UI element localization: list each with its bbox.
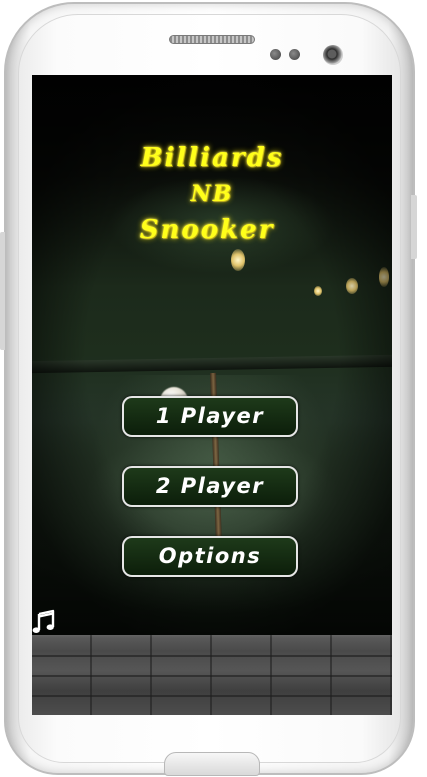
light-sensor [289,49,300,60]
stone-floor [32,635,392,715]
title-line: Billiards [140,143,284,173]
game-title: Billiards NB Snooker [102,140,322,248]
options-button[interactable]: Options [122,536,298,577]
two-player-button[interactable]: 2 Player [122,466,298,507]
home-button[interactable] [164,752,260,776]
power-button [411,195,417,259]
earpiece-speaker [169,35,255,44]
stone-divider [32,695,392,697]
volume-button [0,232,5,350]
title-line: Snooker [139,215,275,245]
one-player-button[interactable]: 1 Player [122,396,298,437]
proximity-sensor [270,49,281,60]
game-screen: Billiards NB Snooker 1 Player 2 Player O… [32,75,392,715]
stone-divider [32,655,392,657]
title-line: NB [190,181,234,207]
stone-divider [32,675,392,677]
front-camera [323,45,343,65]
music-note-icon[interactable] [32,609,56,635]
